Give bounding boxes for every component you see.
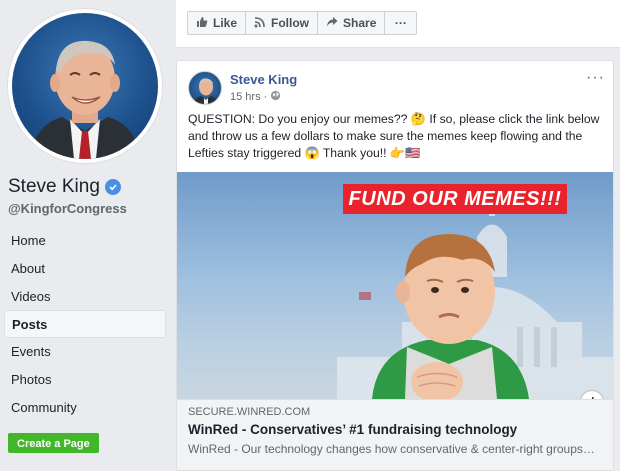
profile-name[interactable]: Steve King [8, 176, 100, 198]
page-nav: Home About Videos Posts Events Photos Co… [4, 227, 166, 422]
link-preview-image[interactable]: FUND OUR MEMES!!! i [177, 172, 613, 399]
post-time-text: 15 hrs · [230, 91, 268, 103]
nav-item-community[interactable]: Community [4, 394, 166, 422]
like-label: Like [213, 16, 238, 30]
profile-picture[interactable] [8, 9, 162, 163]
profile-name-row: Steve King [8, 176, 121, 198]
follow-button[interactable]: Follow [245, 11, 318, 35]
post-text: QUESTION: Do you enjoy our memes?? 🤔 If … [188, 112, 600, 160]
post-options-button[interactable]: ··· [586, 69, 605, 87]
like-button[interactable]: Like [187, 11, 246, 35]
more-icon: ··· [394, 16, 407, 30]
share-label: Share [343, 16, 377, 30]
action-button-group: Like Follow Share ··· [187, 11, 418, 35]
link-description: WinRed - Our technology changes how cons… [188, 442, 595, 456]
globe-icon [270, 90, 281, 104]
like-icon [196, 16, 208, 31]
share-button[interactable]: Share [317, 11, 385, 35]
post-author-name[interactable]: Steve King [230, 72, 297, 87]
post-timestamp[interactable]: 15 hrs · [230, 90, 281, 104]
create-page-button[interactable]: Create a Page [8, 433, 99, 453]
portrait-image [30, 40, 140, 159]
link-title[interactable]: WinRed - Conservatives’ #1 fundraising t… [188, 422, 604, 437]
nav-item-home[interactable]: Home [4, 227, 166, 255]
link-preview-meta[interactable]: SECURE.WINRED.COM WinRed - Conservatives… [177, 399, 613, 470]
avatar [12, 13, 158, 159]
verified-icon [104, 179, 121, 195]
post-card: Steve King 15 hrs · ··· QUESTION: Do you… [176, 60, 614, 471]
nav-item-about[interactable]: About [4, 255, 166, 283]
nav-item-photos[interactable]: Photos [4, 366, 166, 394]
nav-item-posts[interactable]: Posts [4, 310, 166, 339]
follow-icon [254, 16, 266, 31]
nav-item-events[interactable]: Events [4, 338, 166, 366]
left-column: Steve King @KingforCongress Home About V… [0, 0, 175, 471]
link-domain: SECURE.WINRED.COM [188, 406, 311, 418]
follow-label: Follow [271, 16, 310, 30]
more-actions-button[interactable]: ··· [384, 11, 418, 35]
nav-item-videos[interactable]: Videos [4, 283, 166, 311]
post-author-avatar[interactable] [188, 71, 222, 105]
fund-memes-banner: FUND OUR MEMES!!! [343, 184, 567, 214]
share-icon [326, 16, 338, 31]
page-action-bar: Like Follow Share ··· [176, 0, 620, 48]
author-photo [192, 78, 220, 104]
profile-handle[interactable]: @KingforCongress [8, 201, 127, 216]
